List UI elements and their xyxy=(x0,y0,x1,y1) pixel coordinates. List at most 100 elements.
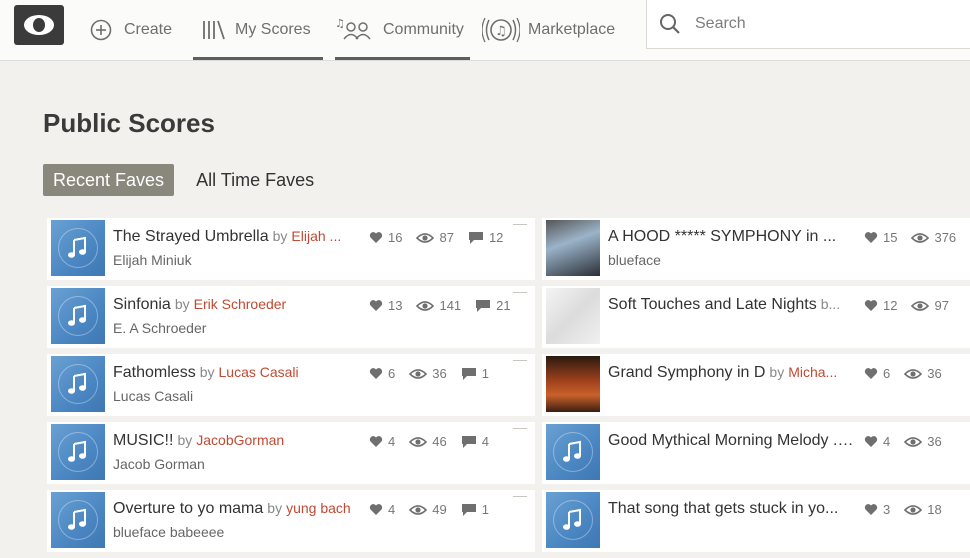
heart-icon xyxy=(864,368,878,379)
score-title[interactable]: Grand Symphony in D xyxy=(608,364,765,381)
score-title-line[interactable]: Overture to yo mama by yung bach xyxy=(113,500,351,518)
score-author-link[interactable]: Elijah ... xyxy=(291,228,341,244)
score-title-line[interactable]: That song that gets stuck in yo... xyxy=(608,500,846,518)
likes-count: 4 xyxy=(388,502,396,517)
row-divider xyxy=(513,224,527,225)
score-title-line[interactable]: Soft Touches and Late Nights b... xyxy=(608,296,844,314)
score-by: by xyxy=(267,500,283,516)
tab-bar: Recent Faves All Time Faves xyxy=(43,164,336,196)
score-thumbnail[interactable] xyxy=(546,220,600,276)
likes-stat: 3 xyxy=(864,502,890,517)
score-thumbnail[interactable] xyxy=(51,424,105,480)
score-author-link[interactable]: Erik Schroeder xyxy=(194,296,287,312)
music-note-icon xyxy=(68,440,86,462)
eye-icon xyxy=(416,232,435,243)
score-title[interactable]: The Strayed Umbrella xyxy=(113,228,269,245)
comments-count: 1 xyxy=(481,502,489,517)
likes-count: 15 xyxy=(883,230,898,245)
score-stats: 15 376 xyxy=(864,230,970,245)
score-item[interactable]: MUSIC!! by JacobGorman Jacob Gorman 4 46 4 xyxy=(47,422,535,484)
score-author-link[interactable]: Micha... xyxy=(788,364,837,380)
score-thumbnail[interactable] xyxy=(51,288,105,344)
score-stats: 3 18 xyxy=(864,502,956,517)
likes-count: 6 xyxy=(388,366,396,381)
score-stats: 13 141 21 xyxy=(369,298,525,313)
heart-icon xyxy=(864,232,878,243)
score-item[interactable]: Grand Symphony in Dby Micha... 6 36 xyxy=(542,354,970,416)
score-item[interactable]: Sinfonia by Erik Schroeder E. A Schroeder 13… xyxy=(47,286,535,348)
search-input[interactable] xyxy=(693,14,937,34)
score-title[interactable]: That song that gets stuck in yo... xyxy=(608,500,838,517)
score-thumbnail[interactable] xyxy=(546,288,600,344)
score-thumbnail[interactable] xyxy=(51,492,105,548)
score-title[interactable]: Soft Touches and Late Nights xyxy=(608,296,817,313)
score-thumbnail[interactable] xyxy=(51,220,105,276)
eye-icon xyxy=(904,368,923,379)
score-item[interactable]: The Strayed Umbrella by Elijah ... Elijah M… xyxy=(47,218,535,280)
music-note-icon xyxy=(68,236,86,258)
score-author-link[interactable]: Lucas Casali xyxy=(219,364,299,380)
score-title-line[interactable]: Fathomless by Lucas Casali xyxy=(113,364,299,382)
music-note-icon xyxy=(68,304,86,326)
search-icon xyxy=(660,14,680,34)
score-list-right: A HOOD ***** SYMPHONY in ... blueface 15 37… xyxy=(542,218,970,558)
score-list-left: The Strayed Umbrella by Elijah ... Elijah M… xyxy=(47,218,535,558)
likes-stat: 6 xyxy=(369,366,395,381)
views-stat: 97 xyxy=(911,298,949,313)
score-title[interactable]: Fathomless xyxy=(113,364,196,381)
row-divider xyxy=(513,496,527,497)
score-item[interactable]: Fathomless by Lucas Casali Lucas Casali 6 36 1 xyxy=(47,354,535,416)
tab-all-time-faves[interactable]: All Time Faves xyxy=(186,164,324,196)
score-subtitle: Jacob Gorman xyxy=(113,456,205,472)
score-title[interactable]: A HOOD ***** SYMPHONY in ... xyxy=(608,228,836,245)
views-stat: 49 xyxy=(409,502,447,517)
views-count: 36 xyxy=(927,366,942,381)
eye-icon xyxy=(904,504,923,515)
score-subtitle: Elijah Miniuk xyxy=(113,252,192,268)
score-subtitle: blueface xyxy=(608,252,661,268)
comment-icon xyxy=(461,503,476,516)
likes-stat: 4 xyxy=(369,502,395,517)
nav-my-scores[interactable]: My Scores xyxy=(193,0,323,60)
eye-logo-icon[interactable] xyxy=(14,5,64,45)
music-note-icon xyxy=(563,508,581,530)
score-title-line[interactable]: MUSIC!! by JacobGorman xyxy=(113,432,284,450)
score-title[interactable]: MUSIC!! xyxy=(113,432,173,449)
views-count: 376 xyxy=(934,230,957,245)
score-stats: 4 49 1 xyxy=(369,502,503,517)
heart-icon xyxy=(369,368,383,379)
comments-count: 21 xyxy=(496,298,511,313)
score-author-link[interactable]: JacobGorman xyxy=(196,432,284,448)
score-thumbnail[interactable] xyxy=(546,424,600,480)
comment-icon xyxy=(476,299,491,312)
score-title[interactable]: Good Mythical Morning Melody ... xyxy=(608,432,853,449)
score-thumbnail[interactable] xyxy=(51,356,105,412)
heart-icon xyxy=(864,436,878,447)
score-item[interactable]: That song that gets stuck in yo... 3 18 xyxy=(542,490,970,552)
music-note-icon xyxy=(68,508,86,530)
score-title-line[interactable]: Grand Symphony in Dby Micha... xyxy=(608,364,837,382)
score-author-link[interactable]: yung bach xyxy=(286,500,351,516)
score-title[interactable]: Overture to yo mama xyxy=(113,500,263,517)
score-title-line[interactable]: A HOOD ***** SYMPHONY in ... xyxy=(608,228,844,246)
score-thumbnail[interactable] xyxy=(546,356,600,412)
score-item[interactable]: A HOOD ***** SYMPHONY in ... blueface 15 37… xyxy=(542,218,970,280)
score-title-line[interactable]: Good Mythical Morning Melody ... xyxy=(608,432,854,450)
nav-marketplace[interactable]: ♫ Marketplace xyxy=(482,0,615,60)
score-title-line[interactable]: The Strayed Umbrella by Elijah ... xyxy=(113,228,341,246)
score-title[interactable]: Sinfonia xyxy=(113,296,171,313)
nav-create[interactable]: Create xyxy=(90,0,172,60)
tab-recent-faves[interactable]: Recent Faves xyxy=(43,164,175,196)
score-thumbnail[interactable] xyxy=(546,492,600,548)
score-title-line[interactable]: Sinfonia by Erik Schroeder xyxy=(113,296,286,314)
music-note-circle-icon: ♫ xyxy=(482,17,520,43)
nav-community[interactable]: ♫ Community xyxy=(335,0,470,60)
score-item[interactable]: Good Mythical Morning Melody ... 4 36 xyxy=(542,422,970,484)
likes-stat: 12 xyxy=(864,298,897,313)
score-item[interactable]: Overture to yo mama by yung bach blueface b… xyxy=(47,490,535,552)
score-by: by xyxy=(199,364,215,380)
nav-create-label: Create xyxy=(124,21,173,38)
views-stat: 141 xyxy=(416,298,461,313)
search-box[interactable] xyxy=(646,0,970,49)
score-item[interactable]: Soft Touches and Late Nights b... 12 97 xyxy=(542,286,970,348)
